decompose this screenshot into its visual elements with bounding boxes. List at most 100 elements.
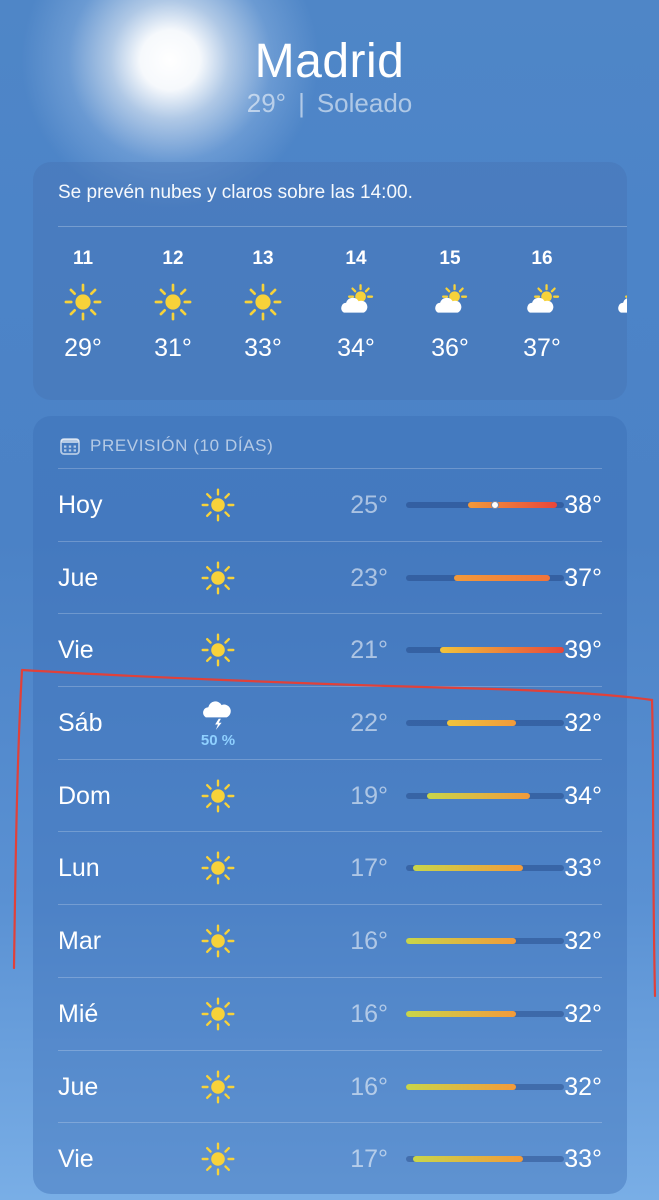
low-temp: 19°	[350, 781, 388, 810]
hour-label: 15	[439, 248, 461, 269]
high-temp: 34°	[564, 781, 602, 810]
forecast-row[interactable]: Mar 16° 32°	[58, 904, 602, 977]
temp-range-bar	[406, 938, 564, 945]
sun-icon	[198, 542, 238, 614]
temp-range-fill	[426, 792, 530, 799]
hourly-item: 15 36°	[415, 248, 485, 363]
forecast-row[interactable]: Lun 17° 33°	[58, 831, 602, 904]
temp-range-bar	[406, 720, 564, 727]
temp-range-fill	[406, 938, 516, 945]
hour-temp: 37°	[523, 334, 561, 362]
day-label: Lun	[58, 854, 100, 883]
temp-range-bar	[406, 574, 564, 581]
temp-range-fill	[454, 574, 551, 581]
low-temp: 22°	[350, 709, 388, 738]
forecast-row[interactable]: Jue 23° 37°	[58, 540, 602, 614]
sun-icon	[198, 905, 238, 977]
hour-label: 16	[531, 248, 553, 269]
low-temp: 23°	[350, 563, 388, 592]
thunderstorm-icon: 50 %	[198, 687, 238, 759]
hour-label: 11	[72, 248, 94, 269]
high-temp: 33°	[564, 1145, 602, 1174]
hour-temp: 36°	[431, 334, 469, 362]
day-label: Vie	[58, 636, 94, 665]
high-temp: 32°	[564, 927, 602, 956]
low-temp: 17°	[350, 854, 388, 883]
low-temp: 16°	[350, 1072, 388, 1101]
sun-icon	[48, 274, 118, 330]
hourly-item: 13 33°	[228, 248, 298, 363]
temp-range-fill	[447, 720, 516, 727]
divider	[58, 226, 627, 227]
forecast-row[interactable]: Sáb 50 % 22° 32°	[58, 686, 602, 759]
temp-range-fill	[412, 865, 523, 872]
day-label: Jue	[58, 1072, 99, 1101]
hourly-item: 14 34°	[321, 248, 391, 363]
high-temp: 32°	[564, 1072, 602, 1101]
temp-range-fill	[406, 1083, 516, 1090]
partly-cloudy-icon	[415, 274, 485, 330]
temp-range-bar	[406, 865, 564, 872]
sun-icon	[198, 614, 238, 686]
high-temp: 39°	[564, 636, 602, 665]
temp-range-bar	[406, 1156, 564, 1163]
low-temp: 17°	[350, 1145, 388, 1174]
hour-temp: 31°	[154, 334, 192, 362]
hour-temp: 34°	[337, 334, 375, 362]
hourly-item: 1 3	[598, 248, 627, 363]
current-condition: Soleado	[316, 88, 413, 118]
partly-cloudy-icon	[507, 274, 577, 330]
day-label: Dom	[58, 781, 111, 810]
temp-range-fill	[467, 502, 558, 508]
high-temp: 33°	[564, 854, 602, 883]
temp-range-fill	[412, 1156, 523, 1163]
sun-icon	[198, 469, 238, 541]
low-temp: 25°	[350, 491, 388, 519]
hourly-summary: Se prevén nubes y claros sobre las 14:00…	[58, 182, 413, 203]
low-temp: 21°	[350, 636, 388, 665]
forecast-row[interactable]: Mié 16° 32°	[58, 976, 602, 1050]
forecast-row[interactable]: Hoy 25° 38°	[58, 468, 602, 541]
partly-cloudy-icon	[321, 274, 391, 330]
separator: |	[298, 88, 305, 118]
hour-temp: 3	[598, 334, 627, 363]
temp-range-bar	[406, 1010, 564, 1017]
sun-icon	[138, 274, 208, 330]
daily-header: PREVISIÓN (10 DÍAS)	[60, 436, 273, 456]
sun-icon	[228, 274, 298, 330]
forecast-row[interactable]: Vie 21° 39°	[58, 613, 602, 686]
high-temp: 37°	[564, 563, 602, 592]
sun-icon	[198, 1123, 238, 1194]
daily-forecast-card[interactable]: PREVISIÓN (10 DÍAS) Hoy 25° 38° Jue 23° …	[33, 416, 627, 1194]
temp-range-bar	[406, 647, 564, 654]
forecast-row[interactable]: Jue 16° 32°	[58, 1049, 602, 1123]
day-label: Jue	[58, 563, 99, 592]
hourly-forecast-card[interactable]: Se prevén nubes y claros sobre las 14:00…	[33, 162, 627, 400]
sun-icon	[198, 832, 238, 904]
city-name: Madrid	[254, 35, 405, 88]
hour-label: 13	[252, 248, 274, 269]
temp-range-fill	[406, 1010, 516, 1017]
forecast-row[interactable]: Dom 19° 34°	[58, 758, 602, 832]
day-label: Sáb	[58, 709, 103, 738]
calendar-icon	[60, 438, 80, 455]
precip-chance: 50 %	[200, 732, 236, 750]
temp-range-fill	[440, 647, 564, 654]
temp-range-bar	[406, 1083, 564, 1090]
sun-icon	[198, 978, 238, 1050]
sun-icon	[198, 1051, 238, 1123]
current-conditions: 29° | Soleado	[0, 88, 659, 119]
temp-range-bar	[406, 501, 564, 509]
high-temp: 32°	[564, 999, 602, 1028]
sun-icon	[198, 760, 238, 832]
daily-rows: Hoy 25° 38° Jue 23° 37° Vie 21° 39° Sáb …	[58, 468, 602, 1194]
forecast-row[interactable]: Vie 17° 33°	[58, 1122, 602, 1194]
day-label: Mar	[58, 927, 102, 956]
partly-cloudy-icon	[598, 274, 627, 330]
hour-label: 14	[345, 248, 367, 269]
low-temp: 16°	[350, 927, 388, 956]
day-label: Hoy	[58, 491, 103, 519]
temp-range-bar	[406, 792, 564, 799]
hour-label: 1	[598, 248, 627, 274]
hourly-item: 12 31°	[138, 248, 208, 363]
